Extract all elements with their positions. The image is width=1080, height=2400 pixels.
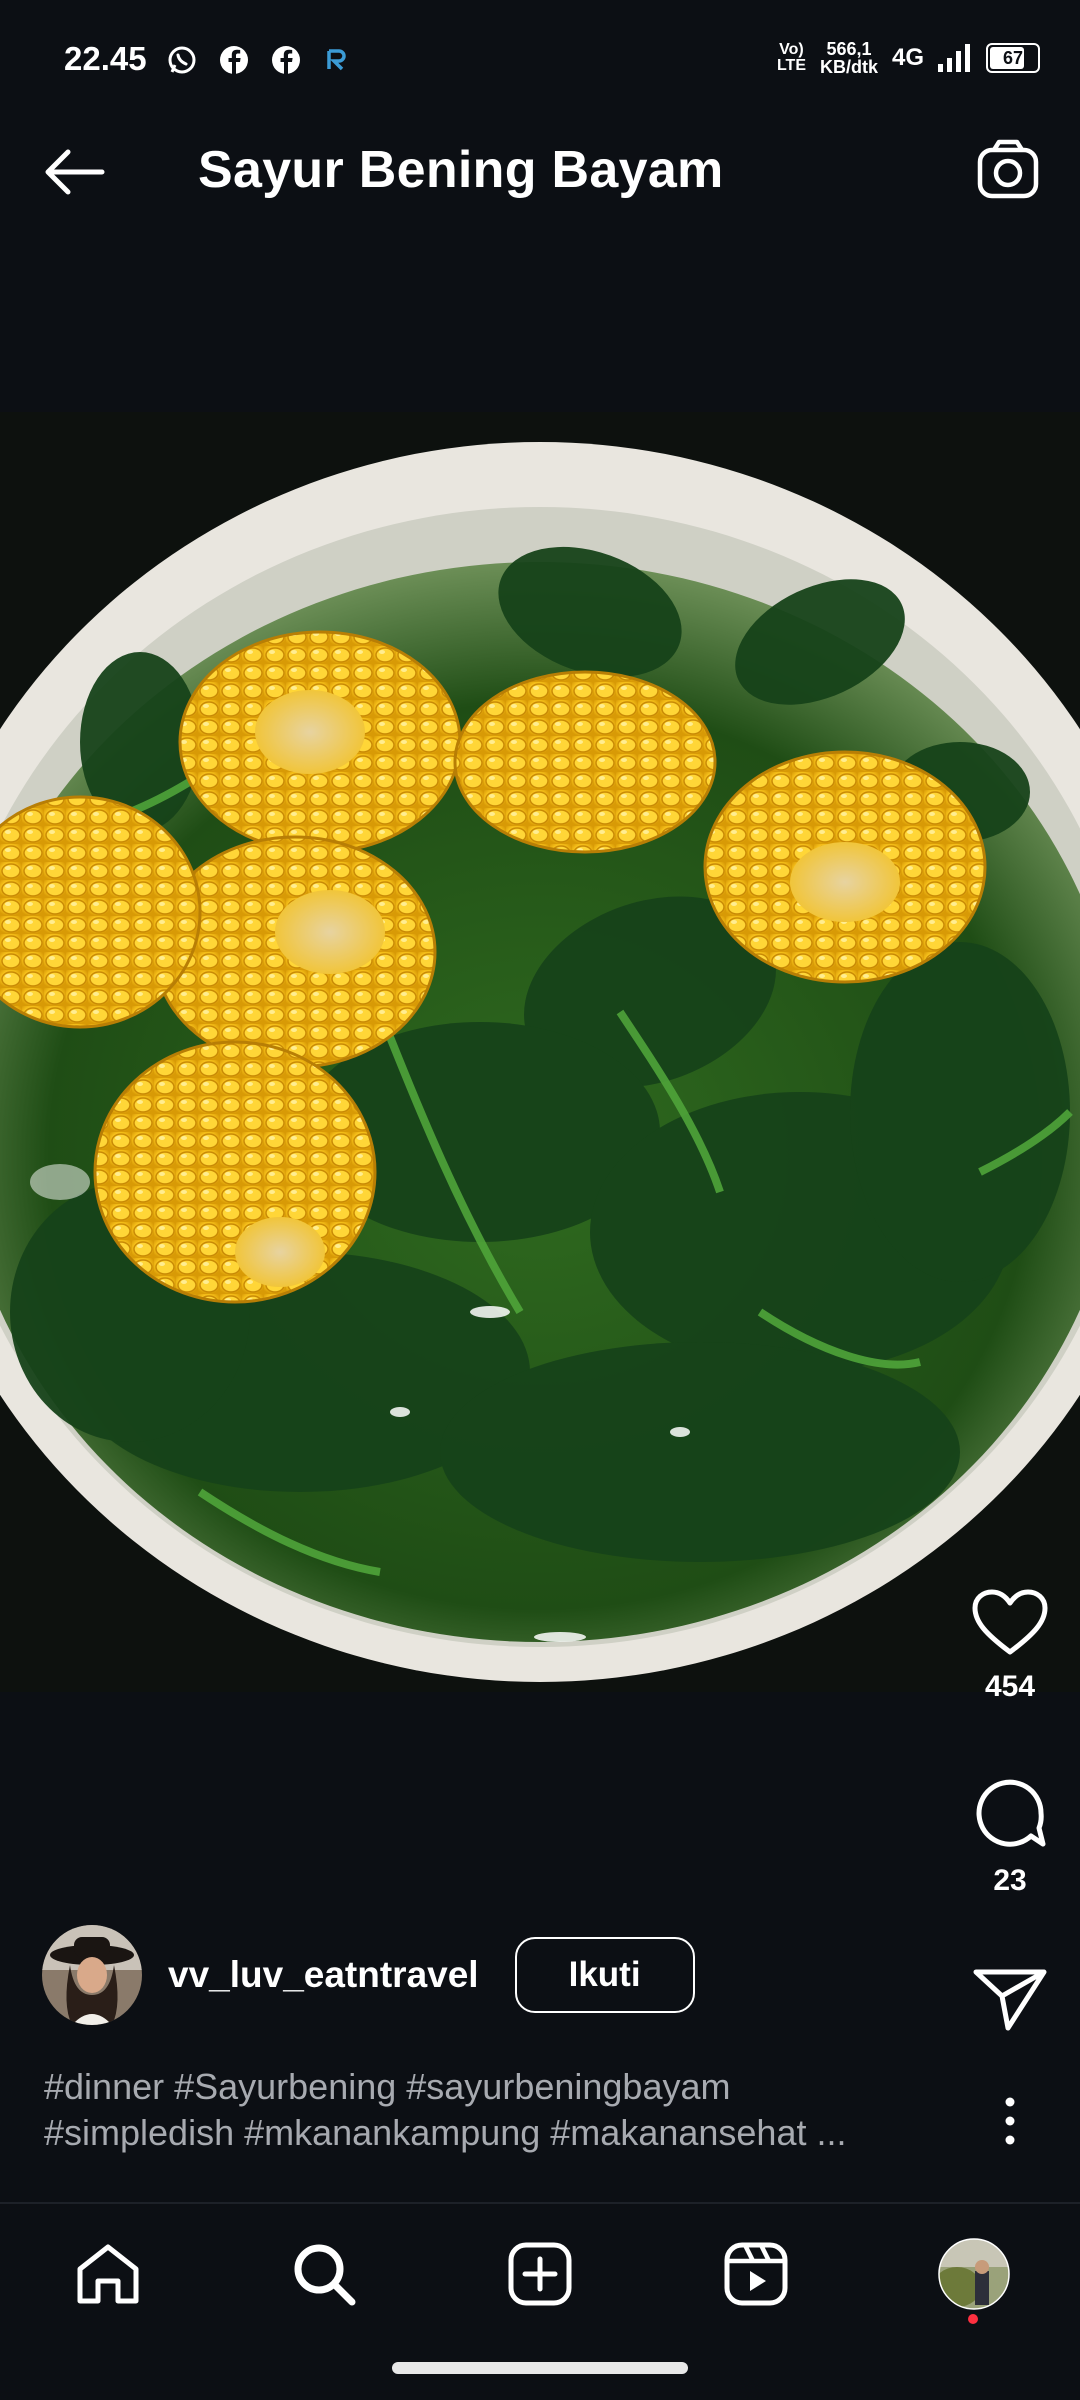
bottom-nav bbox=[0, 2204, 1080, 2344]
network-speed: 566,1 KB/dtk bbox=[819, 39, 878, 77]
share-action bbox=[970, 1966, 1050, 2032]
notification-icons bbox=[166, 44, 354, 76]
comment-action: 23 bbox=[970, 1774, 1050, 1898]
network-type: 4G bbox=[891, 44, 924, 71]
reels-icon[interactable] bbox=[716, 2234, 796, 2314]
caption-line: #dinner #Sayurbening #sayurbeningbayam bbox=[44, 2066, 731, 2107]
follow-button[interactable]: Ikuti bbox=[514, 1937, 695, 2013]
battery-level: 67 bbox=[1002, 47, 1024, 68]
page-title: Sayur Bening Bayam bbox=[198, 141, 724, 199]
volte-indicator: Vo) LTE bbox=[776, 41, 806, 74]
arrow-left-icon[interactable] bbox=[40, 138, 108, 206]
battery-icon: 67 bbox=[986, 43, 1040, 73]
avatar[interactable] bbox=[42, 1925, 142, 2025]
post-author: vv_luv_eatntravel Ikuti bbox=[42, 1925, 695, 2025]
comment-count[interactable]: 23 bbox=[993, 1864, 1026, 1898]
comment-icon[interactable] bbox=[971, 1774, 1049, 1852]
more-action bbox=[970, 2096, 1050, 2146]
caption-line: #simpledish #mkanankampung #makanansehat… bbox=[44, 2112, 847, 2153]
camera-icon[interactable] bbox=[974, 136, 1042, 204]
username[interactable]: vv_luv_eatntravel bbox=[168, 1954, 479, 1996]
facebook-icon bbox=[270, 44, 302, 76]
send-icon[interactable] bbox=[972, 1966, 1048, 2032]
home-icon[interactable] bbox=[68, 2234, 148, 2314]
like-count[interactable]: 454 bbox=[985, 1670, 1035, 1704]
create-icon[interactable] bbox=[500, 2234, 580, 2314]
notification-dot bbox=[968, 2314, 978, 2324]
cast-icon bbox=[322, 44, 354, 76]
like-action: 454 bbox=[970, 1588, 1050, 1704]
soup-bowl-image bbox=[0, 412, 1080, 1692]
heart-icon[interactable] bbox=[971, 1588, 1049, 1658]
signal-icon bbox=[938, 44, 970, 72]
more-options-icon[interactable] bbox=[1000, 2096, 1020, 2146]
status-time: 22.45 bbox=[64, 40, 147, 77]
status-bar: 22.45 Vo) LTE 566,1 KB/dtk 4G 67 bbox=[0, 0, 1080, 90]
post-caption[interactable]: #dinner #Sayurbening #sayurbeningbayam #… bbox=[44, 2064, 944, 2156]
home-indicator[interactable] bbox=[392, 2362, 688, 2374]
profile-avatar[interactable] bbox=[934, 2234, 1014, 2314]
search-icon[interactable] bbox=[284, 2234, 364, 2314]
whatsapp-icon bbox=[166, 44, 198, 76]
facebook-icon bbox=[218, 44, 250, 76]
post-photo[interactable] bbox=[0, 412, 1080, 1692]
top-bar: Sayur Bening Bayam bbox=[0, 110, 1080, 230]
